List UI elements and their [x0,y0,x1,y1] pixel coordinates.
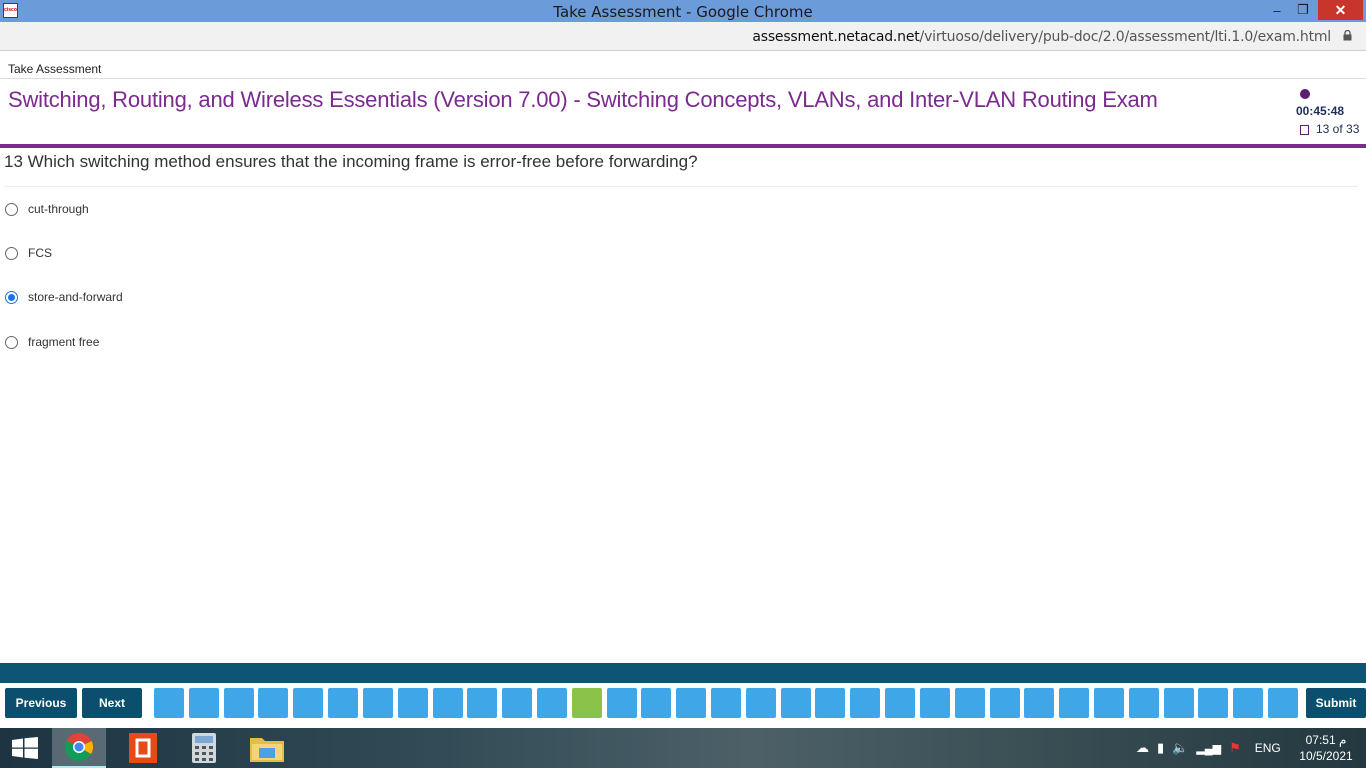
option-label[interactable]: fragment free [28,335,99,349]
flag-icon[interactable]: ⚑ [1229,740,1241,756]
option-label[interactable]: FCS [28,246,52,260]
question-nav-square[interactable] [746,688,776,718]
question-nav-square[interactable] [955,688,985,718]
question-nav-square[interactable] [711,688,741,718]
question-nav-square[interactable] [467,688,497,718]
language-indicator[interactable]: ENG [1255,741,1281,755]
page-tab-label: Take Assessment [8,62,102,76]
question-nav-square[interactable] [224,688,254,718]
window-title-bar: cisco Take Assessment - Google Chrome – … [0,0,1366,22]
address-bar[interactable]: assessment.netacad.net/virtuoso/delivery… [0,22,1366,51]
clock-icon [1300,89,1310,99]
calculator-icon[interactable] [184,728,224,768]
question-separator [4,186,1358,187]
question-nav-square[interactable] [676,688,706,718]
submit-button[interactable]: Submit [1306,688,1366,718]
question-nav-square[interactable] [189,688,219,718]
option-label[interactable]: store-and-forward [28,290,123,304]
question-nav-square[interactable] [363,688,393,718]
question-nav-square[interactable] [572,688,602,718]
divider [0,78,1366,79]
question-nav-square[interactable] [1268,688,1298,718]
url-path: /virtuoso/delivery/pub-doc/2.0/assessmen… [919,29,1332,45]
question-nav-square[interactable] [641,688,671,718]
question-nav-square[interactable] [1059,688,1089,718]
question-nav-square[interactable] [607,688,637,718]
question-nav-square[interactable] [293,688,323,718]
radio-button-selected[interactable] [5,290,18,304]
question-nav-square[interactable] [781,688,811,718]
question-text: 13 Which switching method ensures that t… [4,152,698,171]
question-nav-square[interactable] [1024,688,1054,718]
question-nav-square[interactable] [1198,688,1228,718]
question-nav-square[interactable] [990,688,1020,718]
question-nav-square[interactable] [885,688,915,718]
answer-option[interactable]: cut-through [5,202,89,216]
question-nav-square[interactable] [154,688,184,718]
network-warning-icon[interactable]: ☁ [1136,740,1149,756]
exam-title: Switching, Routing, and Wireless Essenti… [8,87,1158,112]
clock-date: 10/5/2021 [1299,749,1353,763]
restore-button[interactable]: ❐ [1290,0,1316,20]
header-rule [0,144,1366,148]
signal-icon[interactable]: ▂▄▆ [1196,742,1221,755]
question-nav-square[interactable] [328,688,358,718]
question-nav-square[interactable] [920,688,950,718]
clock[interactable]: 07:51 م 10/5/2021 [1296,728,1356,768]
office-icon[interactable] [123,728,163,768]
battery-icon[interactable]: ▮ [1157,740,1164,756]
question-counter: 13 of 33 [1316,122,1360,136]
window-title: Take Assessment - Google Chrome [553,3,813,21]
lock-icon[interactable] [1343,30,1352,41]
next-button[interactable]: Next [82,688,142,718]
answer-option[interactable]: FCS [5,246,52,260]
system-tray: ☁ ▮ 🔈 ▂▄▆ ⚑ ENG [1136,728,1281,768]
question-nav-square[interactable] [398,688,428,718]
url-domain: assessment.netacad.net [752,29,920,45]
option-label[interactable]: cut-through [28,202,89,216]
navigation-band [0,663,1366,683]
question-nav-square[interactable] [537,688,567,718]
page-icon [1300,125,1309,135]
volume-icon[interactable]: 🔈 [1172,740,1188,756]
question-nav-square[interactable] [1129,688,1159,718]
close-button[interactable]: ✕ [1318,0,1363,20]
previous-button[interactable]: Previous [5,688,77,718]
windows-start-icon[interactable] [0,728,50,768]
windows-taskbar: ☁ ▮ 🔈 ▂▄▆ ⚑ ENG 07:51 م 10/5/2021 [0,728,1366,768]
question-nav-square[interactable] [1164,688,1194,718]
file-explorer-icon[interactable] [246,728,288,768]
question-nav-square[interactable] [815,688,845,718]
question-nav-square[interactable] [502,688,532,718]
answer-option[interactable]: store-and-forward [5,290,123,304]
question-nav-square[interactable] [433,688,463,718]
url-text[interactable]: assessment.netacad.net/virtuoso/delivery… [752,29,1331,45]
question-nav-square[interactable] [850,688,880,718]
radio-button[interactable] [5,246,18,260]
radio-button[interactable] [5,335,18,349]
chrome-icon [64,733,94,762]
answer-option[interactable]: fragment free [5,335,99,349]
chrome-taskbar-button[interactable] [52,728,106,768]
radio-button[interactable] [5,202,18,216]
minimize-button[interactable]: – [1264,0,1290,20]
question-nav-square[interactable] [1094,688,1124,718]
question-nav-square[interactable] [1233,688,1263,718]
question-nav-square[interactable] [258,688,288,718]
clock-time: 07:51 م [1305,733,1347,747]
timer: 00:45:48 [1296,104,1345,118]
